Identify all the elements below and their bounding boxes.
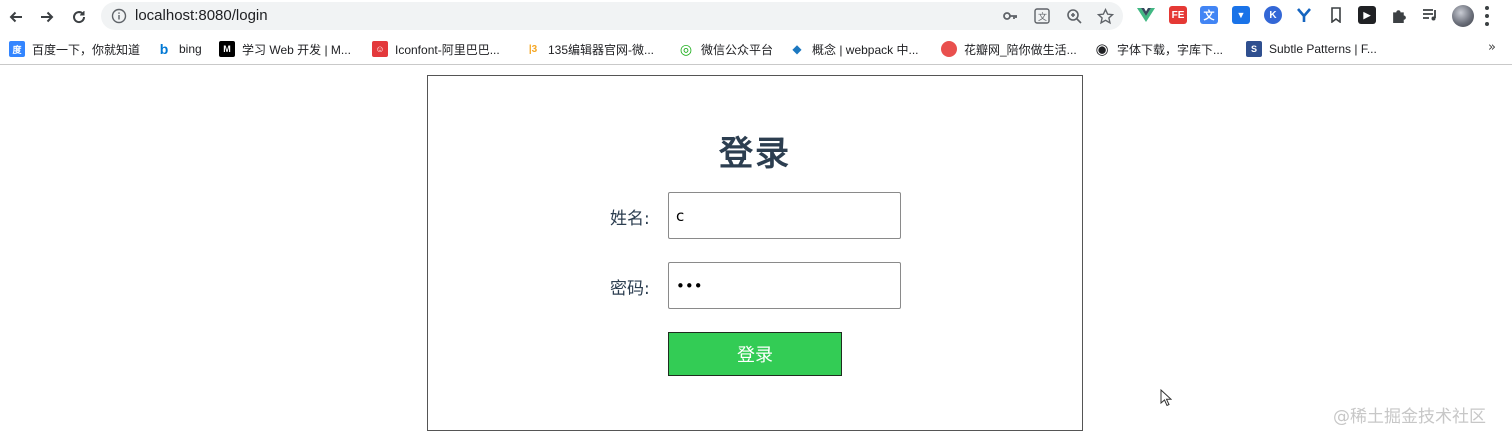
- profile-avatar[interactable]: [1452, 5, 1474, 27]
- bookmarks-overflow-icon[interactable]: »: [1488, 40, 1496, 55]
- translate-icon[interactable]: 文: [1033, 7, 1051, 25]
- bookmark-subtle-patterns[interactable]: S Subtle Patterns | F...: [1246, 39, 1377, 59]
- browser-toolbar: localhost:8080/login 文 FE 文 ▼ K ▶: [0, 0, 1512, 33]
- address-bar[interactable]: localhost:8080/login 文: [101, 2, 1123, 30]
- more-menu-icon[interactable]: [1484, 6, 1490, 26]
- name-label: 姓名:: [610, 209, 650, 229]
- info-icon[interactable]: [111, 8, 127, 24]
- wechat-mp-icon: ◎: [679, 40, 693, 57]
- bookmark-label: 概念 | webpack 中...: [812, 42, 919, 57]
- zoom-icon[interactable]: [1065, 7, 1083, 25]
- webpack-icon: ◆: [792, 42, 802, 56]
- translate-extension-icon[interactable]: 文: [1200, 6, 1218, 24]
- login-form: 登录 姓名: 密码: 登录: [427, 75, 1083, 431]
- bookmark-label: 学习 Web 开发 | M...: [242, 42, 351, 57]
- bookmark-font-download[interactable]: ◉ 字体下载，字库下...: [1094, 39, 1223, 59]
- watermark: @稀土掘金技术社区: [1333, 407, 1486, 427]
- bookmark-label: bing: [179, 42, 202, 56]
- login-button[interactable]: 登录: [668, 332, 842, 376]
- huaban-icon: [941, 41, 957, 57]
- bookmark-wechat-mp[interactable]: ◎ 微信公众平台: [678, 39, 773, 59]
- bookmark-label: 百度一下，你就知道: [32, 42, 141, 57]
- vue-devtools-icon[interactable]: [1137, 6, 1155, 24]
- extensions-puzzle-icon[interactable]: [1390, 6, 1408, 24]
- back-button[interactable]: [3, 4, 29, 30]
- arrow-left-icon: [9, 11, 22, 23]
- globe-icon: ◉: [1095, 41, 1109, 58]
- key-icon[interactable]: [1001, 7, 1019, 25]
- bookmark-webpack[interactable]: ◆ 概念 | webpack 中...: [789, 39, 918, 59]
- name-input[interactable]: [668, 192, 901, 239]
- bookmark-baidu[interactable]: 度 百度一下，你就知道: [9, 39, 140, 59]
- password-label: 密码:: [610, 279, 650, 299]
- bing-icon: b: [159, 41, 169, 57]
- bookmark-label: Iconfont-阿里巴巴...: [395, 42, 500, 57]
- bookmark-mdn[interactable]: M 学习 Web 开发 | M...: [219, 39, 351, 59]
- bookmark-label: 微信公众平台: [701, 42, 774, 57]
- bookmark-label: Subtle Patterns | F...: [1269, 42, 1377, 56]
- subtle-patterns-icon: S: [1246, 41, 1262, 57]
- iconfont-icon: ☺: [372, 41, 388, 57]
- y-extension-icon[interactable]: [1295, 6, 1313, 24]
- arrow-right-icon: [41, 11, 54, 23]
- save-extension-icon[interactable]: ▼: [1232, 6, 1250, 24]
- bookmark-label: 字体下载，字库下...: [1117, 42, 1224, 57]
- mdn-icon: M: [219, 41, 235, 57]
- svg-text:文: 文: [1038, 11, 1047, 23]
- reload-button[interactable]: [66, 4, 92, 30]
- fe-helper-icon[interactable]: FE: [1169, 6, 1187, 24]
- bookmark-huaban[interactable]: 花瓣网_陪你做生活...: [941, 39, 1077, 59]
- editor135-icon: |3: [528, 43, 538, 55]
- star-icon[interactable]: [1096, 7, 1114, 25]
- bookmark-135editor[interactable]: |3 135编辑器官网-微...: [525, 39, 654, 59]
- password-input[interactable]: [668, 262, 901, 309]
- bookmarks-bar: 度 百度一下，你就知道 b bing M 学习 Web 开发 | M... ☺ …: [0, 33, 1512, 65]
- bookmark-label: 135编辑器官网-微...: [548, 42, 655, 57]
- bookmark-label: 花瓣网_陪你做生活...: [964, 42, 1077, 57]
- baidu-icon: 度: [9, 41, 25, 57]
- url-text[interactable]: localhost:8080/login: [135, 7, 268, 24]
- reading-mode-icon[interactable]: ▶: [1358, 6, 1376, 24]
- page-title: 登录: [719, 134, 791, 174]
- media-playlist-icon[interactable]: [1421, 6, 1439, 24]
- reload-icon: [73, 11, 86, 24]
- bookmark-iconfont[interactable]: ☺ Iconfont-阿里巴巴...: [372, 39, 500, 59]
- bookmark-icon[interactable]: [1327, 6, 1345, 24]
- k-extension-icon[interactable]: K: [1264, 6, 1282, 24]
- bookmark-bing[interactable]: b bing: [156, 39, 202, 59]
- forward-button[interactable]: [34, 4, 60, 30]
- mouse-cursor-icon: [1160, 389, 1172, 407]
